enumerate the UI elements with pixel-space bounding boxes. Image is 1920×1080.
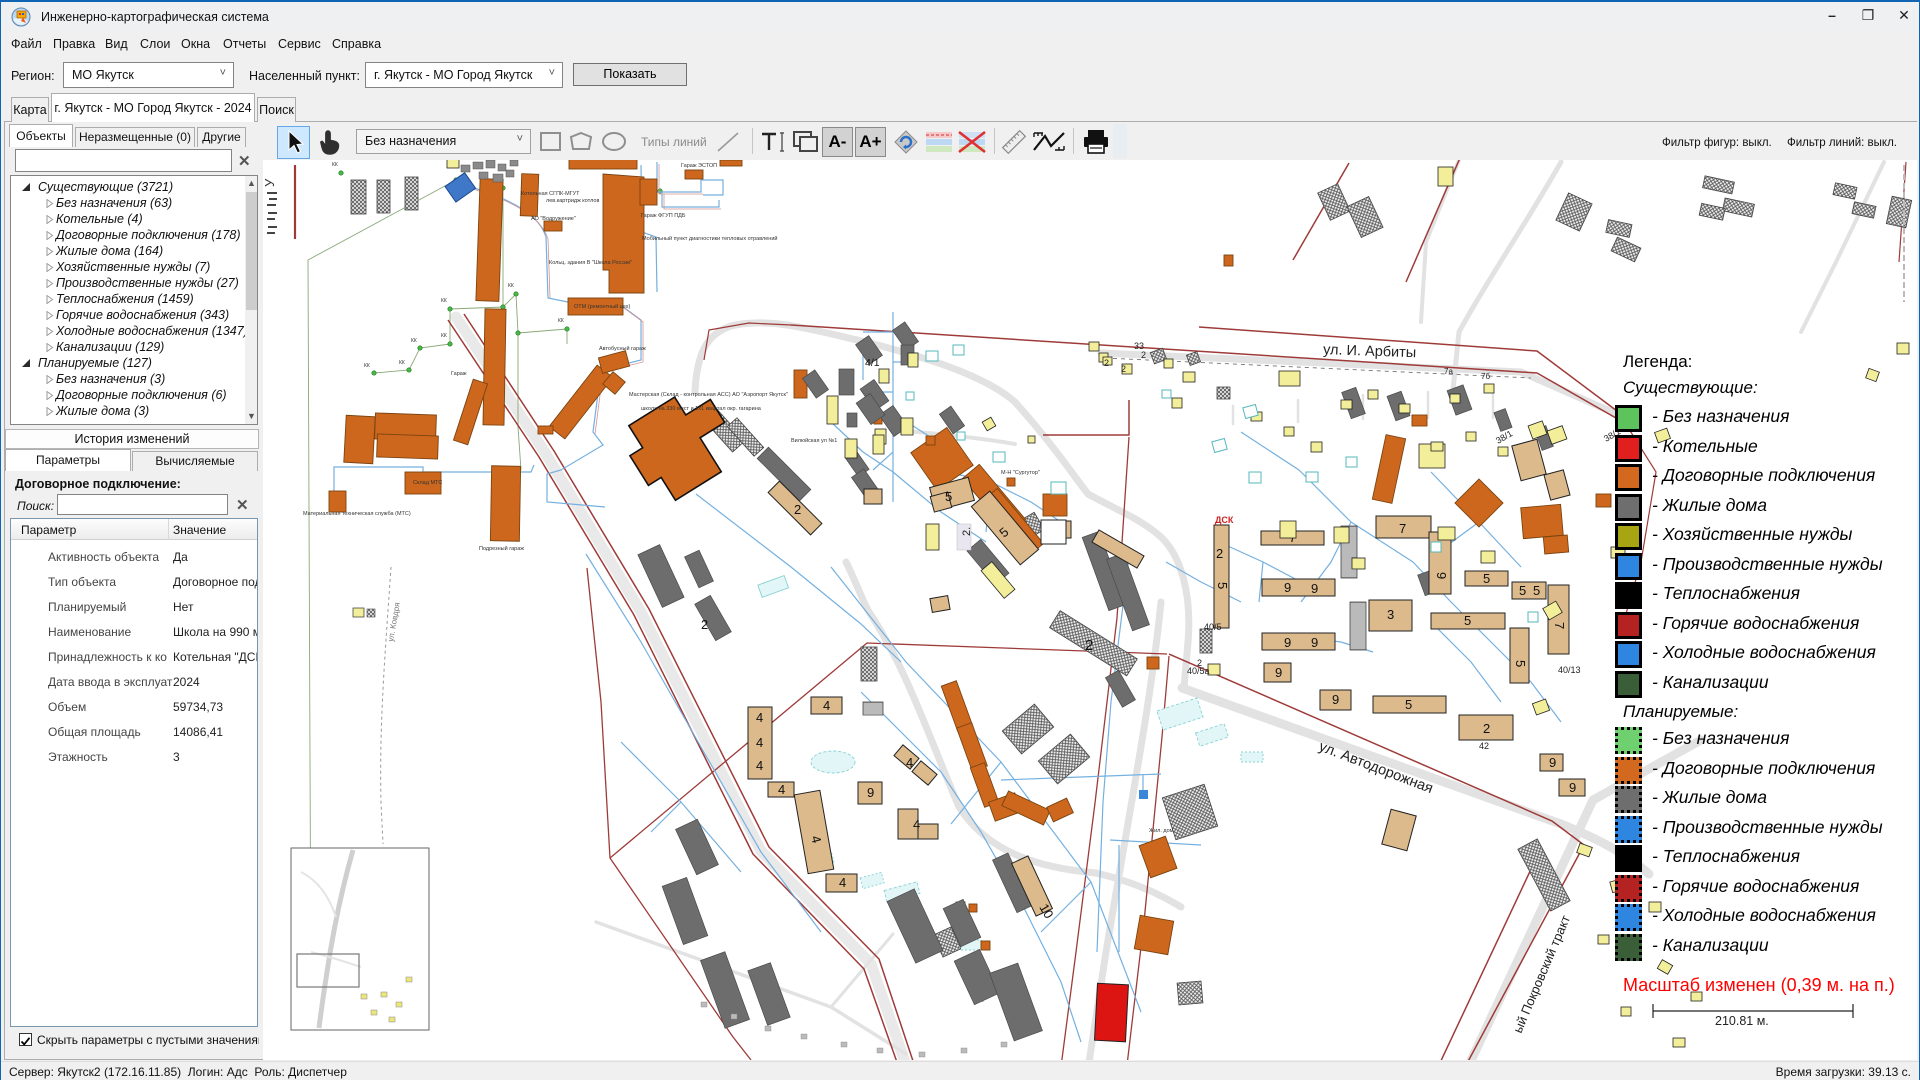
svg-text:2: 2 <box>1085 637 1093 654</box>
svg-text:5: 5 <box>1464 613 1471 628</box>
svg-text:4: 4 <box>839 875 846 890</box>
svg-text:КК: КК <box>411 338 417 344</box>
svg-text:ДСК: ДСК <box>1215 515 1234 525</box>
svg-text:2: 2 <box>794 502 801 517</box>
svg-text:Автобусный гараж: Автобусный гараж <box>599 345 646 352</box>
svg-text:ул. И. Арбиты: ул. И. Арбиты <box>1323 342 1417 361</box>
svg-text:40/13: 40/13 <box>1558 665 1581 675</box>
svg-text:2.: 2. <box>961 527 973 536</box>
svg-text:2: 2 <box>1197 658 1202 668</box>
svg-text:9: 9 <box>1311 635 1318 650</box>
svg-text:Гараж ФГУП ПДБ: Гараж ФГУП ПДБ <box>641 213 686 219</box>
svg-text:Склад МТС: Склад МТС <box>413 480 442 486</box>
svg-text:9: 9 <box>1284 635 1291 650</box>
svg-text:9: 9 <box>867 785 874 800</box>
svg-text:4: 4 <box>823 698 830 713</box>
svg-text:2: 2 <box>701 617 708 632</box>
svg-text:КК: КК <box>399 360 405 366</box>
svg-text:У: У <box>263 178 277 187</box>
svg-text:АО "Водружение": АО "Водружение" <box>531 216 576 222</box>
svg-text:4: 4 <box>906 755 913 770</box>
svg-text:9: 9 <box>1569 780 1576 795</box>
svg-text:Вилюйская ул №1: Вилюйская ул №1 <box>791 437 837 444</box>
svg-text:5: 5 <box>1519 583 1526 598</box>
svg-text:4: 4 <box>913 817 920 832</box>
svg-text:Гараж ЭСТОП: Гараж ЭСТОП <box>681 163 717 169</box>
svg-text:лев.картридж котлов: лев.картридж котлов <box>546 198 599 204</box>
svg-text:38/1: 38/1 <box>1494 428 1514 445</box>
svg-text:5: 5 <box>1513 660 1528 667</box>
svg-text:7а: 7а <box>1444 367 1453 376</box>
svg-text:9: 9 <box>1284 580 1291 595</box>
svg-text:9: 9 <box>1332 692 1339 707</box>
svg-text:2: 2 <box>1141 350 1146 360</box>
svg-text:КК: КК <box>508 283 514 289</box>
svg-text:Подрезный гараж: Подрезный гараж <box>479 545 524 552</box>
svg-text:9: 9 <box>1549 755 1556 770</box>
svg-text:7б: 7б <box>1481 372 1490 381</box>
svg-text:Кольц. здания В "Школа России": Кольц. здания В "Школа России" <box>549 260 632 266</box>
svg-text:КК: КК <box>558 318 564 324</box>
svg-text:ОТМ (ремонтный цех): ОТМ (ремонтный цех) <box>574 303 630 310</box>
svg-text:КК: КК <box>441 333 447 339</box>
svg-text:Жил. дом: Жил. дом <box>1149 828 1174 834</box>
svg-text:Мобильный пункт диагностики те: Мобильный пункт диагностики тепловых отр… <box>642 235 777 242</box>
svg-text:школа на 330 мест и 1х1 кварта: школа на 330 мест и 1х1 квартал окр. гаг… <box>641 406 762 412</box>
svg-text:5: 5 <box>1215 582 1230 589</box>
svg-text:М-Н "Сургутор": М-Н "Сургутор" <box>1001 470 1040 476</box>
svg-text:Котельная СГПК-МГУТ: Котельная СГПК-МГУТ <box>521 191 580 197</box>
svg-text:5: 5 <box>1483 571 1490 586</box>
svg-text:КК: КК <box>441 298 447 304</box>
svg-text:Мастерская (Склад - контрольна: Мастерская (Склад - контрольная АСС) АО … <box>629 392 788 398</box>
svg-text:ул. Ковдря: ул. Ковдря <box>386 602 402 643</box>
svg-text:Гараж: Гараж <box>451 371 467 377</box>
svg-text:Материальная техническая служб: Материальная техническая служба (МТС) <box>303 511 411 517</box>
svg-text:4: 4 <box>756 710 763 725</box>
svg-text:3: 3 <box>1387 607 1394 622</box>
svg-text:40/5: 40/5 <box>1204 622 1222 632</box>
svg-text:5: 5 <box>945 489 952 504</box>
svg-text:ый Покровский тракт: ый Покровский тракт <box>1510 913 1573 1035</box>
svg-text:5: 5 <box>1405 697 1412 712</box>
svg-text:4: 4 <box>778 782 785 797</box>
svg-text:КК: КК <box>332 162 338 168</box>
svg-text:9: 9 <box>1275 665 1282 680</box>
svg-text:4: 4 <box>756 758 763 773</box>
svg-text:4: 4 <box>756 735 763 750</box>
svg-text:2: 2 <box>1216 546 1223 561</box>
svg-text:КК: КК <box>364 363 370 369</box>
svg-text:9: 9 <box>1311 581 1318 596</box>
svg-text:7: 7 <box>1399 521 1406 536</box>
svg-text:42: 42 <box>1479 741 1489 751</box>
svg-text:2: 2 <box>1483 721 1490 736</box>
svg-text:2: 2 <box>1104 358 1109 368</box>
svg-text:4/1: 4/1 <box>865 357 880 369</box>
svg-text:9: 9 <box>1434 572 1449 579</box>
svg-text:7: 7 <box>1552 622 1567 629</box>
svg-text:2: 2 <box>1121 364 1126 374</box>
svg-text:5: 5 <box>1533 583 1540 598</box>
